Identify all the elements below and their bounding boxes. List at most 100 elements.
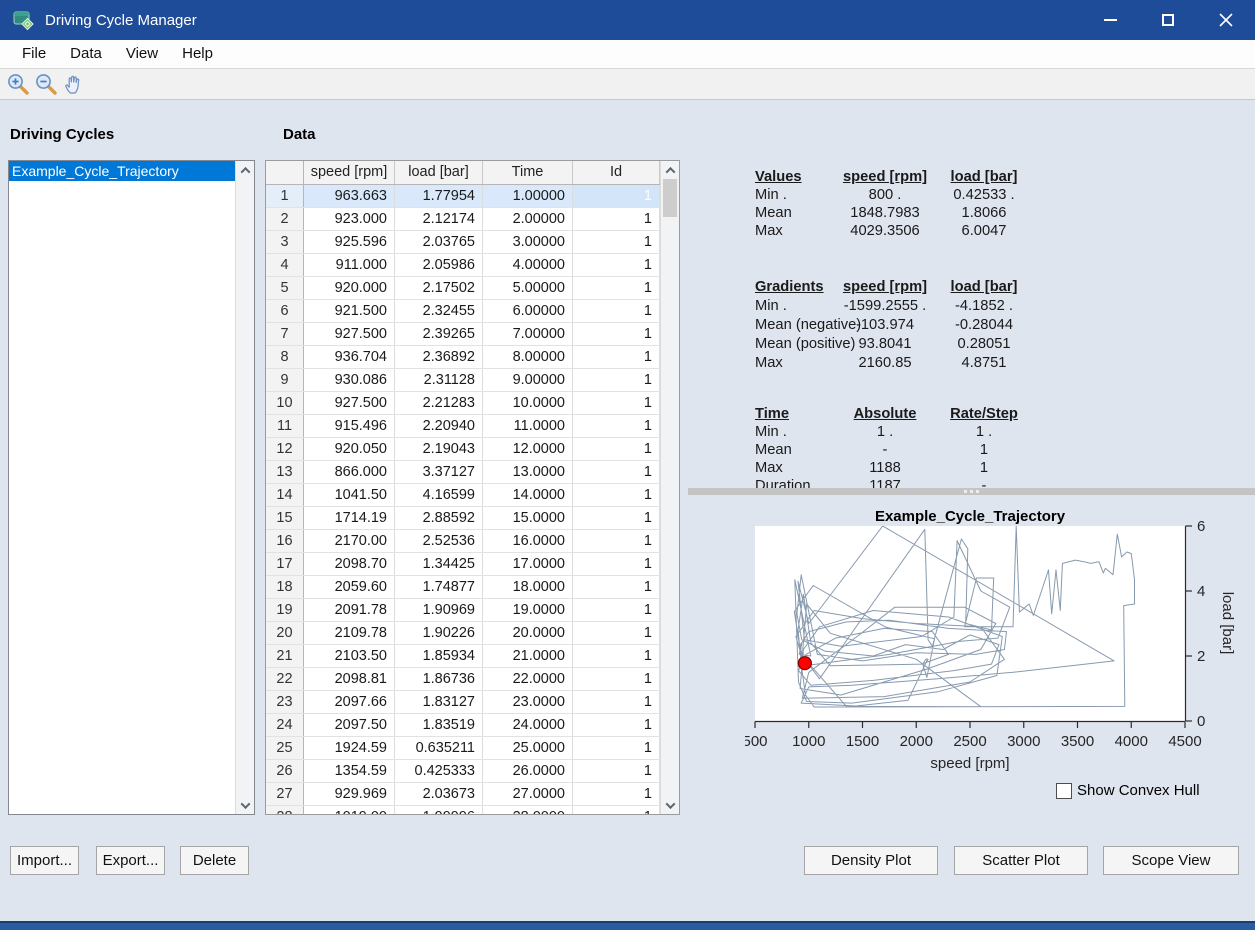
table-row[interactable]: 151714.192.8859215.00001 (266, 507, 660, 530)
table-row[interactable]: 242097.501.8351924.00001 (266, 714, 660, 737)
table-cell[interactable]: 1.90226 (395, 622, 483, 644)
table-row[interactable]: 182059.601.7487718.00001 (266, 576, 660, 599)
table-cell[interactable]: 1 (573, 737, 660, 759)
table-cell[interactable]: 1 (573, 668, 660, 690)
table-cell[interactable]: 921.500 (304, 300, 395, 322)
table-cell[interactable]: 2.03765 (395, 231, 483, 253)
table-cell[interactable]: 0.425333 (395, 760, 483, 782)
table-cell[interactable]: 1.86736 (395, 668, 483, 690)
table-row[interactable]: 281019.001.9999628.00001 (266, 806, 660, 814)
list-item[interactable]: Example_Cycle_Trajectory (9, 161, 235, 181)
horizontal-splitter[interactable] (688, 488, 1255, 495)
table-cell[interactable]: 936.704 (304, 346, 395, 368)
table-cell[interactable]: 1041.50 (304, 484, 395, 506)
scroll-up-icon[interactable] (236, 161, 254, 179)
table-row[interactable]: 27929.9692.0367327.00001 (266, 783, 660, 806)
scroll-down-icon[interactable] (661, 796, 679, 814)
table-cell[interactable]: 2098.70 (304, 553, 395, 575)
table-cell[interactable]: 1.90969 (395, 599, 483, 621)
table-cell[interactable]: 1 (573, 507, 660, 529)
table-cell[interactable]: 27.0000 (483, 783, 573, 805)
table-cell[interactable]: 1 (573, 185, 660, 207)
scope-view-button[interactable]: Scope View (1103, 846, 1239, 875)
table-cell[interactable]: 923.000 (304, 208, 395, 230)
table-cell[interactable]: 23.0000 (483, 691, 573, 713)
row-number-cell[interactable]: 6 (266, 300, 304, 322)
data-table[interactable]: speed [rpm] load [bar] Time Id 1963.6631… (265, 160, 680, 815)
table-row[interactable]: 9930.0862.311289.000001 (266, 369, 660, 392)
table-row[interactable]: 212103.501.8593421.00001 (266, 645, 660, 668)
table-cell[interactable]: 1 (573, 760, 660, 782)
table-cell[interactable]: 1 (573, 438, 660, 460)
cycles-listbox[interactable]: Example_Cycle_Trajectory (8, 160, 255, 815)
table-cell[interactable]: 1 (573, 783, 660, 805)
table-cell[interactable]: 2.39265 (395, 323, 483, 345)
table-cell[interactable]: 1714.19 (304, 507, 395, 529)
row-number-cell[interactable]: 22 (266, 668, 304, 690)
row-number-cell[interactable]: 25 (266, 737, 304, 759)
scroll-up-icon[interactable] (661, 161, 679, 179)
row-number-cell[interactable]: 9 (266, 369, 304, 391)
table-row[interactable]: 7927.5002.392657.000001 (266, 323, 660, 346)
table-cell[interactable]: 1019.00 (304, 806, 395, 814)
table-cell[interactable]: 2097.66 (304, 691, 395, 713)
menu-view[interactable]: View (114, 41, 170, 67)
table-cell[interactable]: 1 (573, 484, 660, 506)
row-number-cell[interactable]: 24 (266, 714, 304, 736)
table-cell[interactable]: 2.36892 (395, 346, 483, 368)
table-cell[interactable]: 26.0000 (483, 760, 573, 782)
table-row[interactable]: 141041.504.1659914.00001 (266, 484, 660, 507)
row-number-cell[interactable]: 17 (266, 553, 304, 575)
table-cell[interactable]: 2.32455 (395, 300, 483, 322)
table-cell[interactable]: 19.0000 (483, 599, 573, 621)
table-cell[interactable]: 1 (573, 415, 660, 437)
table-cell[interactable]: 1.83127 (395, 691, 483, 713)
row-number-cell[interactable]: 14 (266, 484, 304, 506)
table-cell[interactable]: 28.0000 (483, 806, 573, 814)
table-cell[interactable]: 25.0000 (483, 737, 573, 759)
row-number-cell[interactable]: 18 (266, 576, 304, 598)
table-cell[interactable]: 14.0000 (483, 484, 573, 506)
table-cell[interactable]: 16.0000 (483, 530, 573, 552)
table-cell[interactable]: 2.21283 (395, 392, 483, 414)
table-row[interactable]: 12920.0502.1904312.00001 (266, 438, 660, 461)
row-number-cell[interactable]: 2 (266, 208, 304, 230)
table-row[interactable]: 13866.0003.3712713.00001 (266, 461, 660, 484)
row-number-cell[interactable]: 5 (266, 277, 304, 299)
table-cell[interactable]: 2.03673 (395, 783, 483, 805)
pan-button[interactable] (60, 71, 88, 97)
table-cell[interactable]: 1354.59 (304, 760, 395, 782)
table-cell[interactable]: 963.663 (304, 185, 395, 207)
import-button[interactable]: Import... (10, 846, 79, 875)
row-number-cell[interactable]: 4 (266, 254, 304, 276)
menu-help[interactable]: Help (170, 41, 225, 67)
table-cell[interactable]: 930.086 (304, 369, 395, 391)
maximize-button[interactable] (1139, 0, 1197, 40)
table-cell[interactable]: 12.0000 (483, 438, 573, 460)
table-cell[interactable]: 2170.00 (304, 530, 395, 552)
table-cell[interactable]: 2.31128 (395, 369, 483, 391)
row-number-cell[interactable]: 13 (266, 461, 304, 483)
table-row[interactable]: 5920.0002.175025.000001 (266, 277, 660, 300)
table-cell[interactable]: 1 (573, 254, 660, 276)
zoom-out-button[interactable] (32, 71, 60, 97)
table-cell[interactable]: 1.77954 (395, 185, 483, 207)
table-cell[interactable]: 911.000 (304, 254, 395, 276)
row-number-cell[interactable]: 15 (266, 507, 304, 529)
table-cell[interactable]: 2.52536 (395, 530, 483, 552)
row-number-cell[interactable]: 10 (266, 392, 304, 414)
table-cell[interactable]: 2.19043 (395, 438, 483, 460)
table-cell[interactable]: 1 (573, 369, 660, 391)
table-cell[interactable]: 20.0000 (483, 622, 573, 644)
table-cell[interactable]: 1.85934 (395, 645, 483, 667)
table-cell[interactable]: 2059.60 (304, 576, 395, 598)
scroll-thumb[interactable] (663, 179, 677, 217)
table-cell[interactable]: 13.0000 (483, 461, 573, 483)
table-cell[interactable]: 2103.50 (304, 645, 395, 667)
table-row[interactable]: 202109.781.9022620.00001 (266, 622, 660, 645)
table-cell[interactable]: 9.00000 (483, 369, 573, 391)
table-cell[interactable]: 1924.59 (304, 737, 395, 759)
table-cell[interactable]: 2091.78 (304, 599, 395, 621)
row-number-cell[interactable]: 3 (266, 231, 304, 253)
table-cell[interactable]: 1 (573, 208, 660, 230)
